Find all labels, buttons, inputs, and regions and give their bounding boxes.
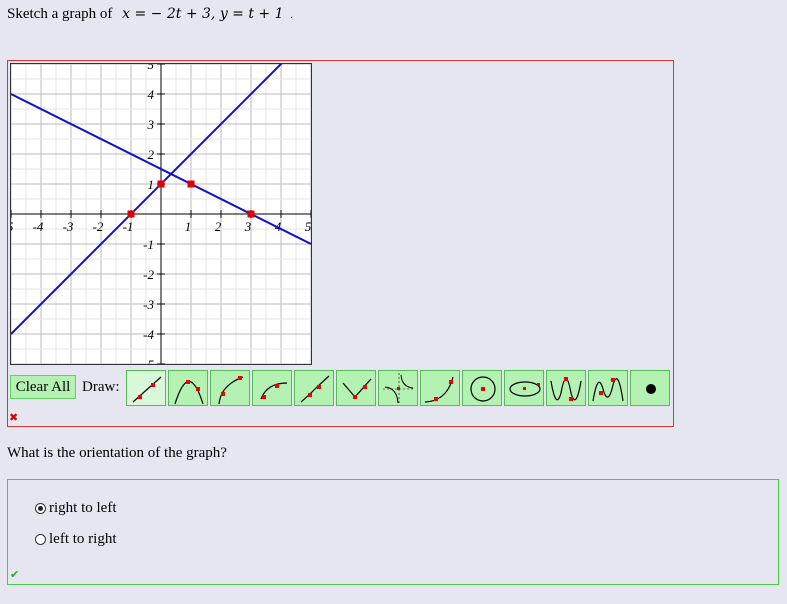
option-label-right-to-left: right to left [49,500,117,516]
orientation-question: What is the orientation of the graph? [7,445,227,461]
y-tick-label: -5 [143,357,154,364]
x-tick-label: -2 [93,219,104,234]
y-tick-label: 2 [148,147,155,162]
equation: x = − 2t + 3, y = t + 1 [122,6,284,22]
option-left-to-right[interactable]: left to right [35,531,117,548]
sqrt-tool-icon[interactable] [210,370,250,406]
y-tick-label: -3 [143,297,154,312]
ellipse-tool-icon[interactable] [504,370,544,406]
graph-svg[interactable]: -5-4-3-2-11234554321-1-2-3-4-5 [11,64,311,364]
x-tick-label: -5 [11,219,14,234]
cubic-tool-icon[interactable] [294,370,334,406]
control-point [127,210,135,218]
control-point [157,180,165,188]
x-tick-label: 5 [305,219,311,234]
correct-check-icon: ✔ [10,568,20,581]
abs-value-tool-icon[interactable] [336,370,376,406]
question-text: Sketch a graph of x = − 2t + 3, y = t + … [7,6,293,23]
line-tool-icon[interactable] [126,370,166,406]
y-tick-label: 4 [148,87,155,102]
answer-frame [7,479,779,585]
x-tick-label: 3 [244,219,252,234]
sine-tool-icon[interactable] [546,370,586,406]
control-point [187,180,195,188]
x-tick-label: -3 [63,219,74,234]
y-tick-label: 5 [148,64,155,72]
x-tick-label: 1 [185,219,192,234]
radio-left-to-right[interactable] [35,534,46,545]
option-label-left-to-right: left to right [49,531,117,547]
parabola-tool-icon[interactable] [168,370,208,406]
y-tick-label: -4 [143,327,154,342]
exponential-tool-icon[interactable] [420,370,460,406]
log-tool-icon[interactable] [252,370,292,406]
cosine-tool-icon[interactable] [588,370,628,406]
clear-all-button[interactable]: Clear All [10,375,76,399]
x-tick-label: 2 [215,219,222,234]
y-tick-label: -1 [143,237,154,252]
x-tick-label: -4 [33,219,44,234]
y-tick-label: -2 [143,267,154,282]
option-right-to-left[interactable]: right to left [35,500,117,517]
question-suffix: . [290,9,294,21]
rational-tool-icon[interactable] [378,370,418,406]
y-tick-label: 3 [147,117,155,132]
draw-label: Draw: [82,379,120,395]
error-icon: ✖ [9,411,19,424]
point-tool-icon[interactable] [630,370,670,406]
y-tick-label: 1 [148,177,155,192]
circle-tool-icon[interactable] [462,370,502,406]
question-prefix: Sketch a graph of [7,6,113,22]
radio-right-to-left[interactable] [35,503,46,514]
graph-canvas[interactable]: -5-4-3-2-11234554321-1-2-3-4-5 [10,63,312,365]
control-point [247,210,255,218]
